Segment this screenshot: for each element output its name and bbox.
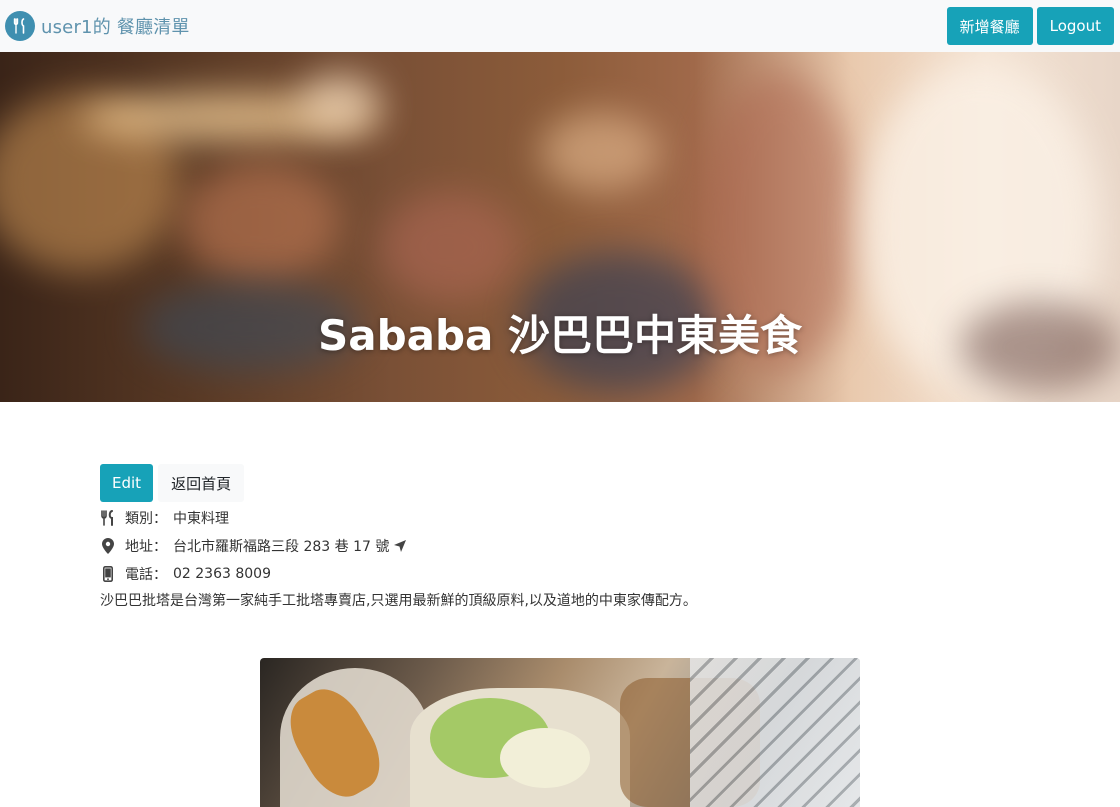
utensils-icon <box>100 510 116 526</box>
address-label: 地址： <box>125 539 167 555</box>
logout-button[interactable]: Logout <box>1036 7 1114 45</box>
category-label: 類別： <box>125 511 167 527</box>
location-arrow-icon[interactable] <box>394 540 407 552</box>
brand-link[interactable]: user1的 餐廳清單 <box>5 11 190 41</box>
phone-value: 02 2363 8009 <box>173 566 271 582</box>
category-line: 類別： 中東料理 <box>100 504 920 532</box>
top-navbar: user1的 餐廳清單 新增餐廳 Logout <box>0 0 1120 52</box>
add-restaurant-button[interactable]: 新增餐廳 <box>946 7 1033 45</box>
back-home-button[interactable]: 返回首頁 <box>158 464 245 502</box>
address-line: 地址： 台北市羅斯福路三段 283 巷 17 號 <box>100 532 920 560</box>
restaurant-food-photo <box>260 658 860 807</box>
restaurant-banner-image: Sababa 沙巴巴中東美食 <box>0 52 1120 402</box>
utensils-icon <box>5 11 35 41</box>
edit-button[interactable]: Edit <box>100 464 154 502</box>
brand-title: user1的 餐廳清單 <box>41 17 190 38</box>
action-buttons: Edit 返回首頁 <box>100 464 920 502</box>
navbar-actions: 新增餐廳 Logout <box>946 7 1114 45</box>
map-marker-icon <box>100 538 116 554</box>
category-value: 中東料理 <box>173 511 229 527</box>
mobile-phone-icon <box>100 566 116 582</box>
restaurant-name-heading: Sababa 沙巴巴中東美食 <box>317 311 803 360</box>
phone-label: 電話： <box>125 567 167 583</box>
address-value: 台北市羅斯福路三段 283 巷 17 號 <box>173 539 390 555</box>
restaurant-description: 沙巴巴批塔是台灣第一家純手工批塔專賣店,只選用最新鮮的頂級原料,以及道地的中東家… <box>100 593 697 609</box>
restaurant-details: Edit 返回首頁 類別： 中東料理 地址： 台北市羅斯福路三段 283 巷 1… <box>100 464 920 612</box>
phone-line: 電話： 02 2363 8009 <box>100 560 920 588</box>
